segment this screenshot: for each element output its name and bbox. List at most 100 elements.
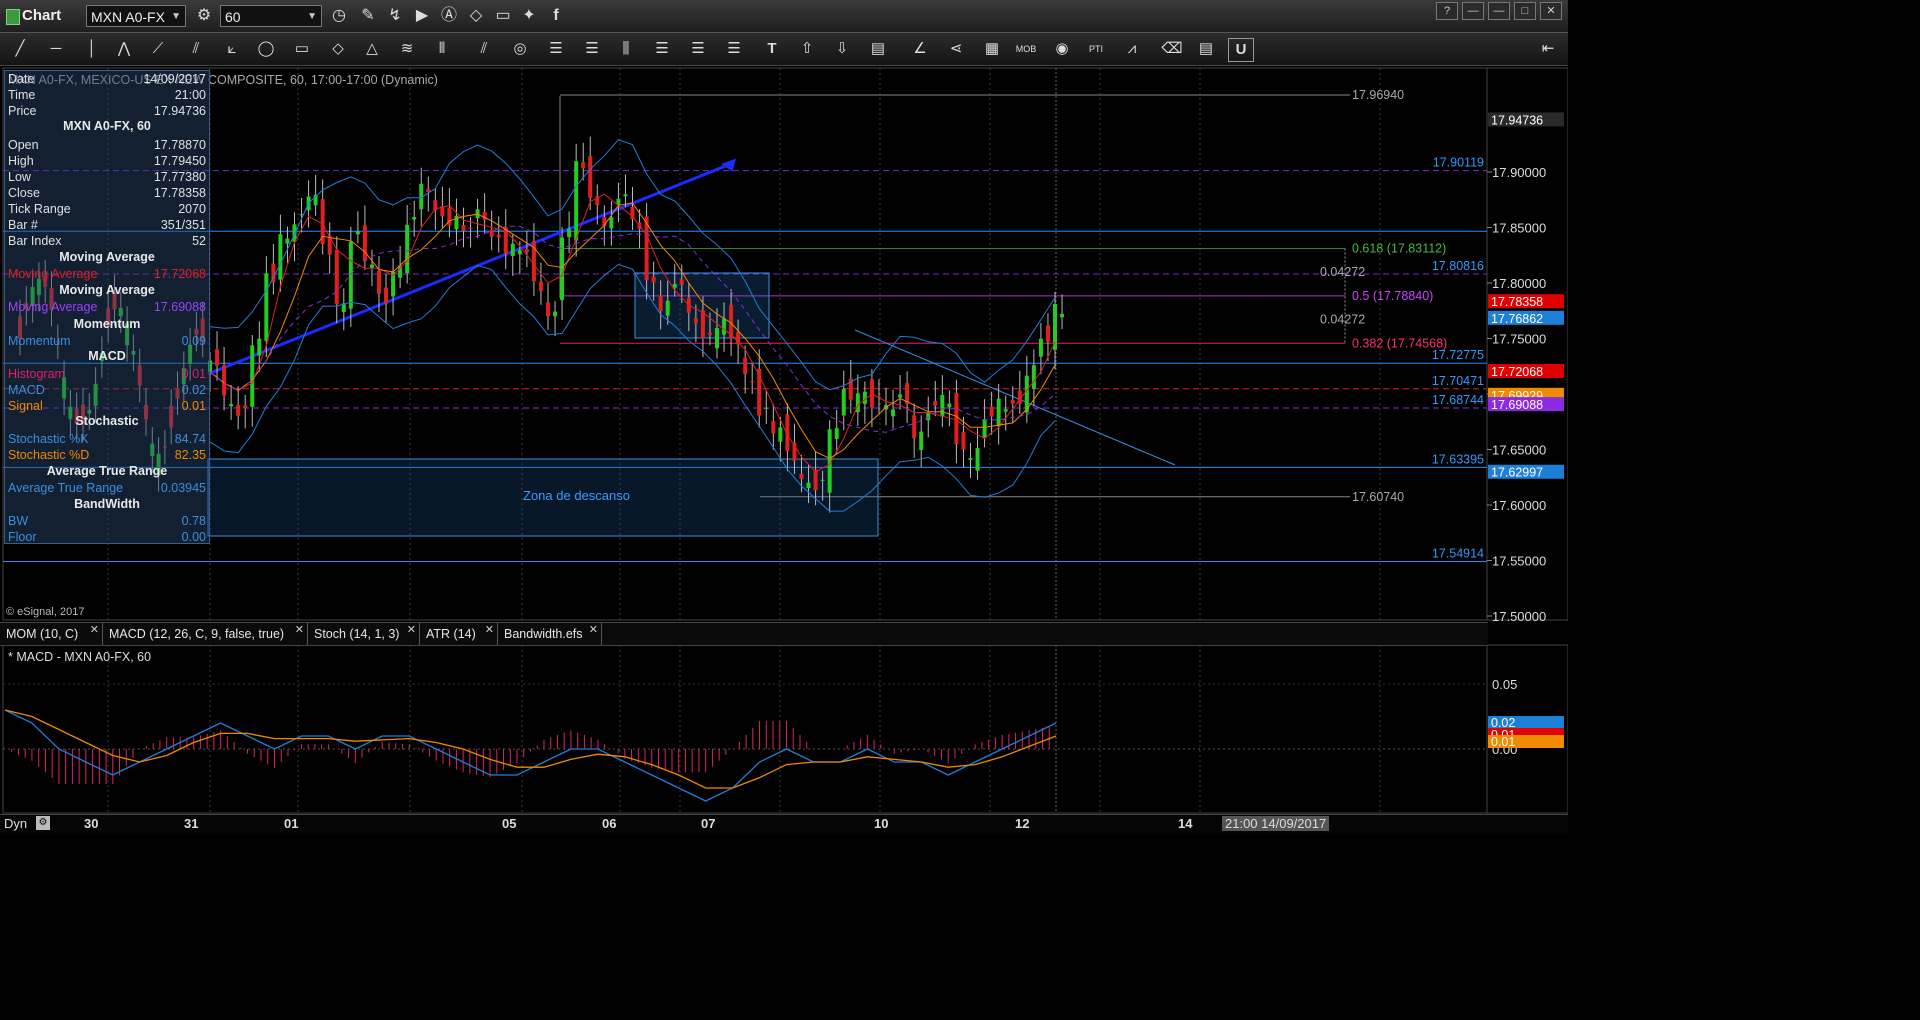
note-tool-icon[interactable]: ▤ <box>1194 38 1218 60</box>
fib-label: 0.5 (17.78840) <box>1352 289 1433 303</box>
candle-body <box>898 394 903 398</box>
candle-body <box>679 279 684 285</box>
candle-body <box>567 228 572 238</box>
minimize-group-button[interactable]: — <box>1462 2 1484 20</box>
eraser-tool-icon[interactable]: ⌫ <box>1160 38 1184 60</box>
close-icon[interactable]: ✕ <box>485 619 494 641</box>
parallel-lines-icon[interactable]: ⫽ <box>472 38 496 60</box>
data-window-row: Low 17.77380 <box>8 169 208 185</box>
hline-tool-icon[interactable]: ─ <box>44 38 68 60</box>
time-cycle-icon[interactable]: ◉ <box>1050 38 1074 60</box>
price-level-icon[interactable]: ▤ <box>866 38 890 60</box>
interval-input[interactable]: 60 ▼ <box>220 5 322 27</box>
row-label: Stochastic %D <box>8 448 90 462</box>
symbol-input[interactable]: MXN A0-FX ▼ <box>86 5 186 27</box>
ellipse-tool-icon[interactable]: ◯ <box>254 38 278 60</box>
alert-icon[interactable]: Ⓐ <box>438 5 460 27</box>
play-icon[interactable]: ▶ <box>411 5 433 27</box>
vline-tool-icon[interactable]: │ <box>80 38 104 60</box>
drawing-toolbar: ╱ ─ │ ⋀ ⟋ ⫽ ⟀ ◯ ▭ ◇ △ ≋ ⫴ ⫽ ◎ ☰ ☰ ⫼ ☰ ☰ … <box>0 33 1568 66</box>
pitchfork-tool-icon[interactable]: ≋ <box>395 38 419 60</box>
mob-tool-icon[interactable]: MOB <box>1014 38 1038 60</box>
tab-macd[interactable]: MACD (12, 26, C, 9, false, true) ✕ <box>103 623 308 645</box>
fib-arc-icon[interactable]: ☰ <box>650 38 674 60</box>
chevron-down-icon[interactable]: ▼ <box>307 6 317 28</box>
price-chart[interactable]: 17.9000017.8500017.8000017.7500017.70000… <box>0 66 1568 833</box>
row-value: 0.01 <box>181 399 206 413</box>
down-arrow-icon[interactable]: ⇩ <box>830 38 854 60</box>
candle-body <box>834 428 839 440</box>
row-value: 84.74 <box>174 432 206 446</box>
trend-icon[interactable]: ↯ <box>384 5 406 27</box>
tab-mom[interactable]: MOM (10, C) ✕ <box>0 623 103 645</box>
triangle-tool-icon[interactable]: △ <box>360 38 384 60</box>
tab-atr[interactable]: ATR (14) ✕ <box>420 623 498 645</box>
close-icon[interactable]: ✕ <box>407 619 416 641</box>
twitter-icon[interactable]: ✦ <box>518 5 540 27</box>
candle-body <box>278 234 283 280</box>
row-label: Price <box>8 104 37 118</box>
line-tool-icon[interactable]: ╱ <box>8 38 32 60</box>
ray-tool-icon[interactable]: ⟋ <box>146 38 170 60</box>
fib-circle-icon[interactable]: ◎ <box>508 38 532 60</box>
rectangle-tool-icon[interactable]: ▭ <box>290 38 314 60</box>
candle-body <box>715 328 719 349</box>
magnet-icon[interactable]: U <box>1228 38 1254 62</box>
fib-fan-icon[interactable]: ☰ <box>686 38 710 60</box>
fib-time-icon[interactable]: ⫼ <box>614 38 638 60</box>
close-icon[interactable]: ✕ <box>90 619 99 641</box>
time-axis[interactable]: Dyn ⚙ 30 31 01 05 06 07 10 12 14 21:00 1… <box>0 814 1568 834</box>
pencil-icon[interactable]: ✎ <box>357 5 379 27</box>
settings-icon[interactable]: ⚙ <box>36 816 50 830</box>
data-window-header: Moving Average <box>59 283 155 297</box>
fib-retracement-icon[interactable]: ☰ <box>544 38 568 60</box>
close-icon[interactable]: ✕ <box>295 619 304 641</box>
cycle-lines-icon[interactable]: ⫴ <box>430 38 454 60</box>
andrews-icon[interactable]: ⋖ <box>944 38 968 60</box>
dyn-label: Dyn <box>4 816 28 831</box>
angle-tool-icon[interactable]: ∠ <box>908 38 932 60</box>
price-tag-label: 17.72068 <box>1491 365 1543 379</box>
panel-toggle-icon[interactable]: ⇤ <box>1536 38 1560 60</box>
gann-fan-icon[interactable]: ⟀ <box>220 38 244 60</box>
maximize-button[interactable]: □ <box>1514 2 1536 20</box>
clock-icon[interactable]: ◷ <box>328 5 350 27</box>
text-tool-icon[interactable]: T <box>760 38 784 60</box>
chat-icon[interactable]: ▭ <box>492 5 514 27</box>
close-icon[interactable]: ✕ <box>589 619 598 641</box>
candle-body <box>912 415 917 439</box>
tab-bandwidth[interactable]: Bandwidth.efs ✕ <box>498 623 602 645</box>
data-window-header: MACD <box>88 349 126 363</box>
minimize-button[interactable]: — <box>1488 2 1510 20</box>
tab-stoch[interactable]: Stoch (14, 1, 3) ✕ <box>308 623 420 645</box>
zigzag-tool-icon[interactable]: ⋀ <box>112 38 136 60</box>
candle-body <box>264 273 269 341</box>
candle-body <box>799 473 804 479</box>
diamond-tool-icon[interactable]: ◇ <box>326 38 350 60</box>
pti-tool-icon[interactable]: PTI <box>1084 38 1108 60</box>
level-label: 17.90119 <box>1433 156 1484 170</box>
candle-body <box>771 421 776 434</box>
candle-body <box>362 225 367 261</box>
eraser-icon[interactable]: ◇ <box>465 5 487 27</box>
data-window-header: Stochastic <box>75 414 139 428</box>
row-label: Time <box>8 88 36 102</box>
fib-extension-icon[interactable]: ☰ <box>580 38 604 60</box>
help-button[interactable]: ? <box>1436 2 1458 20</box>
tab-label: Stoch (14, 1, 3) <box>314 627 400 641</box>
candle-body <box>348 241 353 309</box>
row-label: Momentum <box>8 334 71 348</box>
measure-tool-icon[interactable]: ⩘ <box>1120 38 1144 60</box>
facebook-icon[interactable]: f <box>545 5 567 27</box>
data-window-header: Momentum <box>73 317 141 331</box>
row-label: High <box>8 154 34 168</box>
macd-title: * MACD - MXN A0-FX, 60 <box>8 650 151 664</box>
speed-lines-icon[interactable]: ☰ <box>722 38 746 60</box>
candle-body <box>405 224 410 274</box>
channel-tool-icon[interactable]: ⫽ <box>184 38 208 60</box>
chevron-down-icon[interactable]: ▼ <box>171 6 181 28</box>
grid-tool-icon[interactable]: ▦ <box>980 38 1004 60</box>
gear-icon[interactable]: ⚙ <box>193 5 215 27</box>
up-arrow-icon[interactable]: ⇧ <box>795 38 819 60</box>
close-button[interactable]: ✕ <box>1540 2 1562 20</box>
